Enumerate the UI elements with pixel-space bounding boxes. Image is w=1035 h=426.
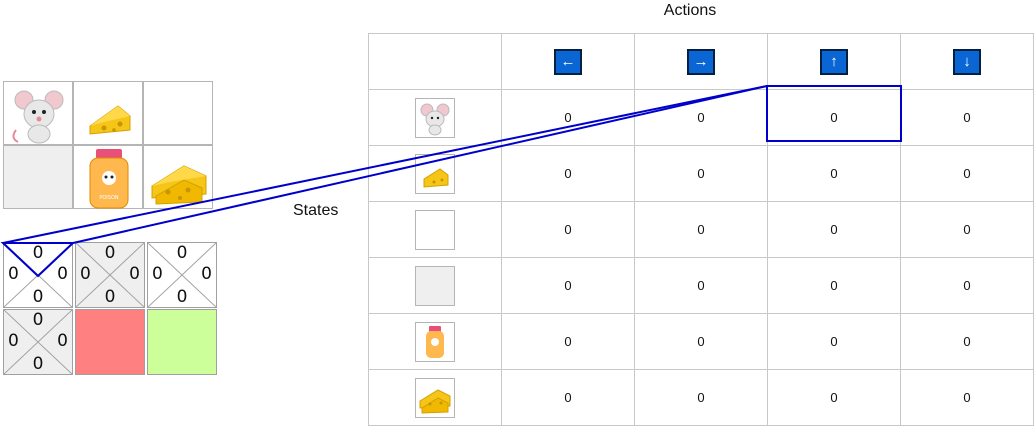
q-value-cell: 0 <box>900 201 1034 258</box>
q-value-cell: 0 <box>767 369 901 426</box>
q-value-cell: 0 <box>634 369 768 426</box>
q-value-cell: 0 <box>634 257 768 314</box>
q-value-cell: 0 <box>900 313 1034 370</box>
grid-cell-big-cheese <box>143 145 213 209</box>
q-value-down: 0 <box>32 287 44 307</box>
q-value-cell: 0 <box>900 89 1034 146</box>
state-cell <box>368 257 502 314</box>
q-value-up: 0 <box>104 243 116 263</box>
q-value-left: 0 <box>8 264 19 284</box>
state-cell <box>368 145 502 202</box>
q-value-cell: 0 <box>767 201 901 258</box>
q-grid-cell <box>147 309 217 375</box>
q-value-right: 0 <box>201 264 212 284</box>
q-value-down: 0 <box>176 287 188 307</box>
grid-cell-cheese <box>73 81 143 145</box>
table-row: 0000 <box>368 257 1034 314</box>
q-value-left: 0 <box>152 264 163 284</box>
q-value-left: 0 <box>8 331 19 351</box>
q-table: ← → ↑ ↓ 000000000000000000000000 <box>368 33 1034 426</box>
arrow-left-icon: ← <box>554 48 582 75</box>
q-value-down: 0 <box>32 354 44 374</box>
grid-cell-empty <box>143 81 213 145</box>
arrow-down-icon: ↓ <box>953 48 981 75</box>
q-value-right: 0 <box>129 264 140 284</box>
q-value-cell: 0 <box>634 201 768 258</box>
q-value-cell: 0 <box>767 257 901 314</box>
q-value-cell: 0 <box>634 313 768 370</box>
q-grid-cell: 0000 <box>3 309 73 375</box>
grid-cell-mouse <box>3 81 73 145</box>
states-label: States <box>293 202 339 219</box>
q-value-cell: 0 <box>501 257 635 314</box>
q-value-cell: 0 <box>767 89 901 146</box>
q-value-up: 0 <box>32 243 44 263</box>
q-value-right: 0 <box>57 331 68 351</box>
state-empty-gray-icon <box>415 265 455 306</box>
state-mouse-icon <box>415 97 455 138</box>
q-value-cell: 0 <box>900 369 1034 426</box>
q-value-left: 0 <box>80 264 91 284</box>
q-value-up: 0 <box>176 243 188 263</box>
q-value-cell: 0 <box>501 369 635 426</box>
q-value-down: 0 <box>104 287 116 307</box>
grid-cell-empty-gray <box>3 145 73 209</box>
q-value-cell: 0 <box>501 145 635 202</box>
q-value-cell: 0 <box>767 313 901 370</box>
q-grid-cell <box>75 309 145 375</box>
header-corner <box>368 33 502 90</box>
q-value-cell: 0 <box>900 257 1034 314</box>
mouse-icon <box>12 90 64 144</box>
action-header-0: ← <box>501 33 635 90</box>
state-big-cheese-icon <box>415 377 455 418</box>
q-value-cell: 0 <box>634 89 768 146</box>
state-cell <box>368 201 502 258</box>
q-value-cell: 0 <box>634 145 768 202</box>
q-value-right: 0 <box>57 264 68 284</box>
q-grid-cell: 0000 <box>147 242 217 308</box>
q-value-up: 0 <box>32 310 44 330</box>
grid-cell-poison: POISON <box>73 145 143 209</box>
table-row: 0000 <box>368 201 1034 258</box>
actions-label: Actions <box>663 2 717 19</box>
big-cheese-icon <box>151 165 207 205</box>
state-cell <box>368 369 502 426</box>
table-row: 0000 <box>368 145 1034 202</box>
poison-label: POISON <box>99 195 119 201</box>
state-poison-icon <box>415 321 455 362</box>
cheese-icon <box>89 105 131 135</box>
state-cheese-icon <box>415 153 455 194</box>
q-value-cell: 0 <box>767 145 901 202</box>
action-header-1: → <box>634 33 768 90</box>
table-row: 0000 <box>368 313 1034 370</box>
q-value-cell: 0 <box>501 89 635 146</box>
action-header-3: ↓ <box>900 33 1034 90</box>
poison-icon: POISON <box>89 149 129 209</box>
state-cell <box>368 89 502 146</box>
q-value-cell: 0 <box>501 313 635 370</box>
state-empty-icon <box>415 209 455 250</box>
arrow-right-icon: → <box>687 48 715 75</box>
action-header-2: ↑ <box>767 33 901 90</box>
table-row: 0000 <box>368 369 1034 426</box>
q-grid-cell: 0000 <box>75 242 145 308</box>
q-grid-cell: 0000 <box>3 242 73 308</box>
table-row: 0000 <box>368 89 1034 146</box>
state-cell <box>368 313 502 370</box>
q-value-grid: 0000000000000000 <box>3 242 217 376</box>
arrow-up-icon: ↑ <box>820 48 848 75</box>
q-table-header-row: ← → ↑ ↓ <box>368 33 1034 90</box>
q-value-cell: 0 <box>900 145 1034 202</box>
q-value-cell: 0 <box>501 201 635 258</box>
